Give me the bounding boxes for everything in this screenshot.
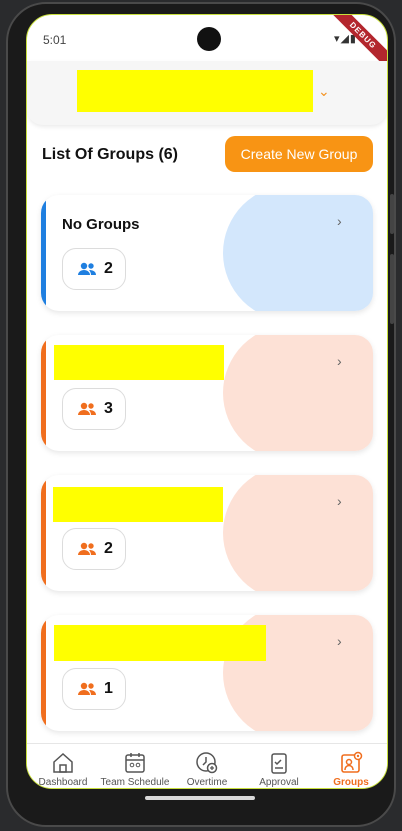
card-accent-bar	[41, 195, 46, 311]
nav-item-overtime[interactable]: Overtime	[171, 744, 243, 788]
power-button	[390, 254, 394, 324]
chevron-down-icon[interactable]: ⌄	[318, 83, 330, 100]
redacted-group-name	[54, 625, 266, 661]
card-accent-bar	[41, 335, 46, 451]
approval-clipboard-icon	[271, 753, 287, 774]
home-icon	[53, 752, 73, 773]
phone-frame: 5:01 ▾◢▮ DEBUG ⌄ List Of Groups (6) Crea…	[6, 2, 396, 827]
page-title: List Of Groups (6)	[42, 146, 178, 163]
nav-item-team-schedule[interactable]: Team Schedule	[99, 744, 171, 788]
app-screen: 5:01 ▾◢▮ DEBUG ⌄ List Of Groups (6) Crea…	[26, 14, 388, 789]
group-card[interactable]: › 1	[41, 615, 373, 731]
card-accent-bar	[41, 615, 46, 731]
member-count: 3	[104, 400, 113, 417]
chevron-right-icon[interactable]: ›	[337, 633, 342, 649]
member-count-badge: 3	[62, 388, 126, 430]
chevron-right-icon[interactable]: ›	[337, 213, 342, 229]
overtime-clock-icon	[196, 752, 218, 774]
calendar-icon	[125, 753, 145, 773]
chevron-right-icon[interactable]: ›	[337, 493, 342, 509]
nav-item-approval[interactable]: Approval	[243, 744, 315, 788]
nav-item-dashboard[interactable]: Dashboard	[27, 744, 99, 788]
group-card[interactable]: › 3	[41, 335, 373, 451]
group-card[interactable]: › 2	[41, 475, 373, 591]
people-icon	[78, 402, 96, 415]
redacted-header-title	[77, 70, 313, 112]
member-count-badge: 1	[62, 668, 126, 710]
member-count: 2	[104, 260, 113, 277]
people-icon	[78, 262, 96, 275]
card-decoration	[223, 195, 373, 311]
bottom-navigation: Dashboard Team Schedule Overtime Approva…	[27, 743, 387, 788]
nav-label: Groups	[333, 777, 369, 788]
volume-button	[390, 194, 394, 234]
chevron-right-icon[interactable]: ›	[337, 353, 342, 369]
card-decoration	[223, 335, 373, 451]
nav-label: Approval	[259, 777, 299, 788]
people-icon	[78, 542, 96, 555]
home-indicator	[145, 796, 255, 800]
group-card[interactable]: No Groups › 2	[41, 195, 373, 311]
group-name: No Groups	[62, 216, 140, 233]
member-count-badge: 2	[62, 528, 126, 570]
member-count-badge: 2	[62, 248, 126, 290]
card-accent-bar	[41, 475, 46, 591]
status-bar: 5:01 ▾◢▮ DEBUG	[27, 15, 387, 76]
redacted-group-name	[54, 345, 224, 380]
create-new-group-button[interactable]: Create New Group	[225, 136, 373, 172]
nav-item-groups[interactable]: Groups	[315, 744, 387, 788]
redacted-group-name	[53, 487, 223, 522]
card-decoration	[223, 475, 373, 591]
nav-label: Dashboard	[38, 777, 88, 788]
nav-label: Team Schedule	[100, 777, 170, 788]
member-count: 2	[104, 540, 113, 557]
header-bar[interactable]: ⌄	[27, 61, 387, 125]
groups-settings-icon	[341, 751, 363, 773]
people-icon	[78, 682, 96, 695]
front-camera	[197, 27, 221, 51]
member-count: 1	[104, 680, 113, 697]
nav-label: Overtime	[186, 777, 228, 788]
status-time: 5:01	[43, 33, 67, 47]
